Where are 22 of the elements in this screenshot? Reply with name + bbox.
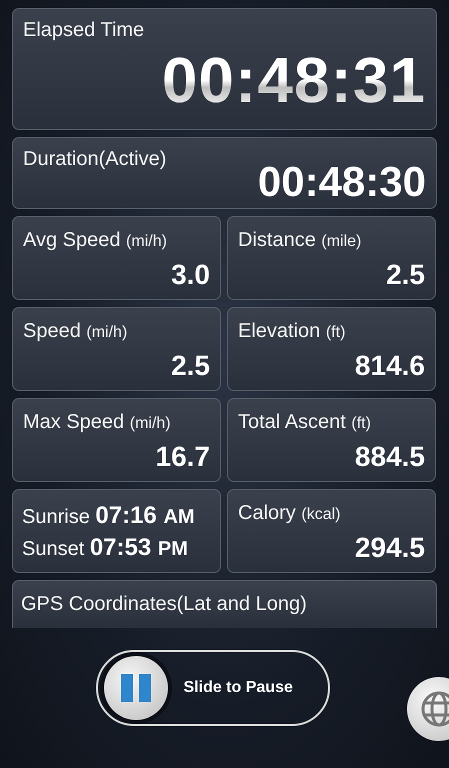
metric-label: Speed (mi/h) (23, 320, 128, 343)
duration-value: 00:48:30 (258, 158, 426, 207)
metric-value: 16.7 (156, 441, 210, 473)
metric-value: 2.5 (386, 259, 425, 291)
metric-label: Distance (mile) (238, 229, 362, 252)
panel-label: GPS Coordinates(Lat and Long) (21, 593, 307, 615)
metric-label: Avg Speed (mi/h) (23, 229, 168, 252)
sun-time-text: Sunset 07:53 PM (22, 534, 189, 562)
slide-to-pause-control[interactable]: Slide to Pause (96, 650, 330, 726)
metric-value: 884.5 (354, 441, 425, 473)
metric-value: 294.5 (354, 532, 425, 564)
metric-label: Calory (kcal) (238, 502, 342, 525)
metric-value: 814.6 (354, 350, 425, 382)
panel-label: Duration(Active) (23, 148, 166, 172)
metric-label: Total Ascent (ft) (238, 411, 372, 434)
panel-label: Elapsed Time (23, 19, 146, 42)
metric-value: 3.0 (171, 259, 210, 291)
pause-icon[interactable] (104, 656, 168, 720)
metric-label: Elevation (ft) (238, 320, 346, 343)
sun-time-text: Sunrise 07:16 AM (22, 502, 196, 530)
metric-value: 2.5 (171, 350, 210, 382)
metric-label: Max Speed (mi/h) (23, 411, 172, 434)
